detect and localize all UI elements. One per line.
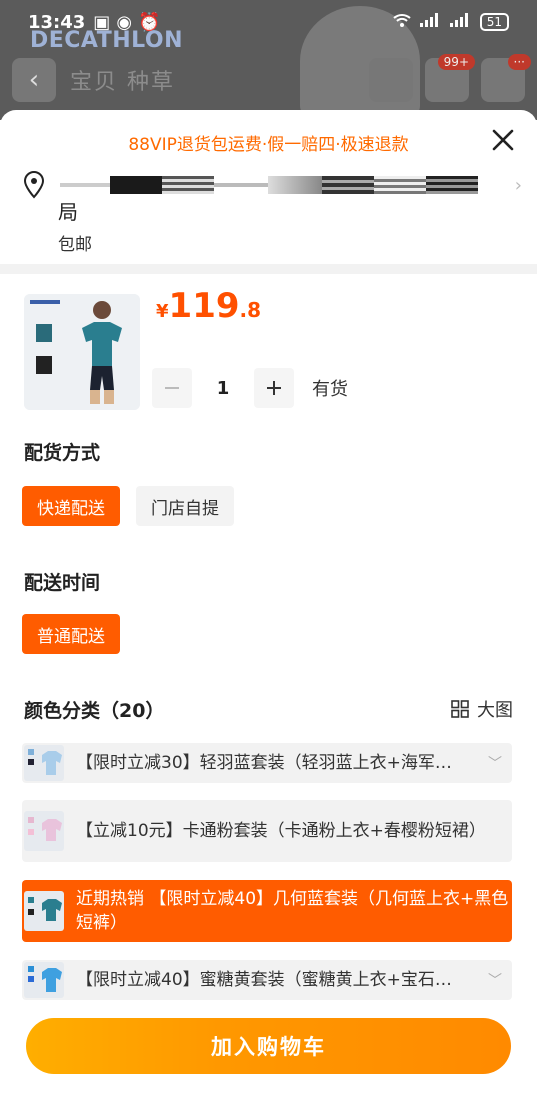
big-image-label: 大图 [477, 700, 513, 721]
battery-icon: 51 [479, 13, 509, 31]
price: ¥119.8 [156, 286, 261, 326]
background-page: 13:43 ▣ ◉ ⏰ 51 DECATHLON ‹ 宝贝 种草 99+ ··· [0, 0, 537, 120]
sku-selector-sheet: 88VIP退货包运费·假一赔四·极速退款 › 局 包邮 ¥119.8 1 有货 … [0, 110, 537, 1097]
color-option-label: 【限时立减30】轻羽蓝套装（轻羽蓝上衣+海军… [76, 753, 452, 773]
share-button[interactable] [369, 58, 413, 102]
address-line2: 局 [58, 200, 78, 224]
quantity-stepper: 1 有货 [152, 368, 348, 408]
decrease-button[interactable] [152, 368, 192, 408]
product-photo-icon [24, 294, 140, 410]
close-button[interactable] [487, 124, 519, 156]
color-category-title: 颜色分类（20） [24, 700, 165, 722]
increase-button[interactable] [254, 368, 294, 408]
color-thumbnail [24, 962, 64, 998]
big-image-toggle[interactable]: 大图 [451, 696, 513, 722]
grid-icon [451, 700, 469, 718]
plus-icon [267, 381, 281, 395]
chevron-down-icon: ﹀ [488, 973, 502, 989]
color-option-label: 【立减10元】卡通粉套装（卡通粉上衣+春樱粉短裙） [76, 821, 486, 841]
color-option-label: 【限时立减40】蜜糖黄套装（蜜糖黄上衣+宝石… [76, 970, 452, 990]
color-option-selected[interactable]: 近期热销 【限时立减40】几何蓝套装（几何蓝上衣+黑色短裤） [22, 880, 512, 942]
close-icon [492, 129, 514, 151]
chevron-down-icon: ﹀ [488, 756, 502, 772]
product-image[interactable] [24, 294, 140, 410]
option-standard-delivery[interactable]: 普通配送 [22, 614, 120, 654]
delivery-method-title: 配货方式 [24, 442, 101, 464]
option-store-pickup[interactable]: 门店自提 [136, 486, 234, 526]
signal-icon-2 [449, 13, 472, 31]
add-to-cart-button[interactable]: 加入购物车 [26, 1018, 511, 1074]
wifi-icon [392, 12, 412, 32]
more-badge: ··· [507, 54, 531, 70]
stock-status: 有货 [312, 379, 348, 400]
cart-badge: 99+ [437, 54, 475, 70]
color-option[interactable]: 【限时立减40】蜜糖黄套装（蜜糖黄上衣+宝石… ﹀ [22, 960, 512, 1000]
price-decimal: .8 [239, 298, 262, 322]
cart-button[interactable]: 99+ [425, 54, 475, 102]
delivery-time-title: 配送时间 [24, 572, 101, 594]
option-express-delivery[interactable]: 快递配送 [22, 486, 120, 526]
price-currency: ¥ [156, 301, 169, 322]
address-row[interactable]: › [22, 170, 522, 200]
brand-logo: DECATHLON [30, 28, 184, 53]
chevron-right-icon: › [514, 174, 522, 196]
more-button[interactable]: ··· [481, 54, 531, 102]
location-pin-icon [23, 171, 45, 199]
address-text-redacted [60, 176, 505, 194]
shipping-info: 包邮 [58, 235, 92, 255]
color-option[interactable]: 【限时立减30】轻羽蓝套装（轻羽蓝上衣+海军… ﹀ [22, 743, 512, 783]
back-button[interactable]: ‹ [12, 58, 56, 102]
minus-icon [165, 387, 179, 389]
color-option-label: 近期热销 【限时立减40】几何蓝套装（几何蓝上衣+黑色短裤） [76, 889, 509, 933]
section-divider [0, 264, 537, 274]
signal-icon [419, 13, 442, 31]
service-banner: 88VIP退货包运费·假一赔四·极速退款 [128, 135, 409, 155]
quantity-value[interactable]: 1 [192, 378, 254, 399]
color-thumbnail [24, 811, 64, 851]
page-tabs[interactable]: 宝贝 种草 [70, 64, 175, 96]
price-integer: 119 [168, 286, 240, 326]
color-option[interactable]: 【立减10元】卡通粉套装（卡通粉上衣+春樱粉短裙） [22, 800, 512, 862]
color-thumbnail [24, 745, 64, 781]
color-thumbnail [24, 891, 64, 931]
